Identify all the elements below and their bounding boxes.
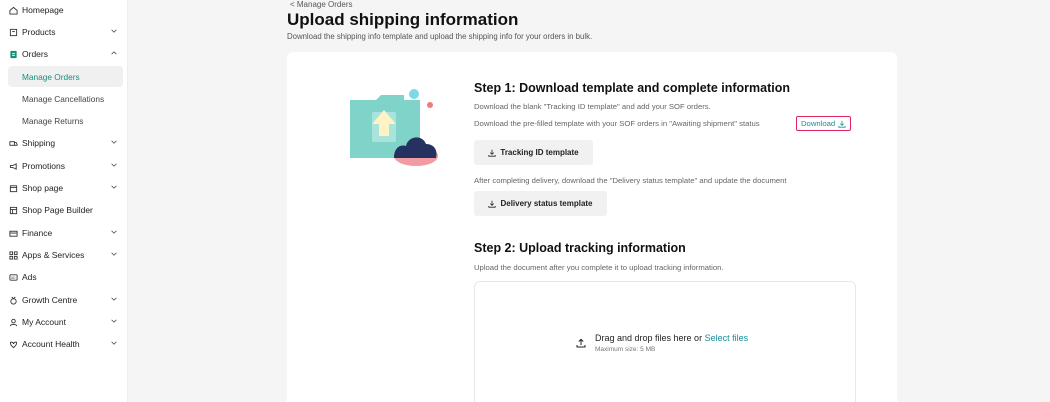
sidebar-item-finance[interactable]: Finance	[0, 222, 128, 244]
sidebar-item-homepage[interactable]: Homepage	[0, 0, 128, 21]
step1-description-blank: Download the blank "Tracking ID template…	[474, 102, 711, 111]
chevron-down-icon	[111, 29, 117, 33]
sidebar-item-shop-page-builder[interactable]: Shop Page Builder	[0, 199, 128, 221]
select-files-link[interactable]: Select files	[705, 333, 749, 343]
chevron-down-icon	[111, 163, 117, 167]
sidebar-subitem-manage-returns[interactable]: Manage Returns	[8, 110, 123, 131]
chevron-down-icon	[111, 341, 117, 345]
chevron-down-icon	[111, 297, 117, 301]
tracking-id-template-label: Tracking ID template	[500, 148, 579, 157]
page-title: Upload shipping information	[287, 10, 519, 29]
step1-description-prefilled: Download the pre-filled template with yo…	[474, 119, 760, 128]
sidebar-item-label: Shop page	[22, 183, 64, 193]
shield-icon	[6, 340, 20, 349]
dropzone-text: Drag and drop files here or Select files	[595, 333, 748, 343]
download-icon	[488, 149, 496, 157]
sidebar-item-label: My Account	[22, 317, 66, 327]
ads-icon: AD	[6, 273, 20, 282]
page-subtitle: Download the shipping info template and …	[287, 32, 593, 41]
sidebar-item-promotions[interactable]: Promotions	[0, 155, 128, 177]
chevron-down-icon	[111, 230, 117, 234]
upload-icon	[576, 338, 586, 348]
tracking-id-template-button[interactable]: Tracking ID template	[474, 140, 593, 165]
sidebar-item-shipping[interactable]: Shipping	[0, 132, 128, 154]
download-icon	[838, 120, 846, 128]
step1-description-delivery: After completing delivery, download the …	[474, 176, 787, 185]
orders-icon	[6, 50, 20, 59]
chevron-down-icon	[111, 319, 117, 323]
sidebar: Homepage Products Orders Manage Orders M…	[0, 0, 128, 402]
apps-icon	[6, 250, 20, 260]
sidebar-item-shop-page[interactable]: Shop page	[0, 177, 128, 199]
products-icon	[6, 28, 20, 37]
download-link-label: Download	[801, 119, 836, 128]
upload-folder-illustration	[350, 89, 438, 166]
sidebar-item-label: Promotions	[22, 161, 65, 171]
sidebar-item-label: Finance	[22, 228, 53, 238]
sidebar-item-ads[interactable]: AD Ads	[0, 266, 128, 288]
sidebar-item-label: Account Health	[22, 339, 80, 349]
wallet-icon	[6, 229, 20, 238]
home-icon	[6, 6, 20, 15]
sidebar-item-account-health[interactable]: Account Health	[0, 333, 128, 355]
chevron-down-icon	[111, 185, 117, 189]
back-link-manage-orders[interactable]: < Manage Orders	[290, 0, 352, 9]
builder-icon	[6, 206, 20, 215]
svg-text:AD: AD	[10, 276, 15, 280]
chevron-down-icon	[111, 140, 117, 144]
sidebar-item-label: Orders	[22, 49, 48, 59]
delivery-status-template-label: Delivery status template	[500, 199, 593, 208]
user-icon	[6, 318, 20, 327]
sidebar-item-label: Apps & Services	[22, 250, 85, 260]
step2-description: Upload the document after you complete i…	[474, 263, 724, 272]
sidebar-item-label: Homepage	[22, 5, 64, 15]
sidebar-item-label: Ads	[22, 272, 37, 282]
sidebar-item-apps-services[interactable]: Apps & Services	[0, 244, 128, 266]
sidebar-subitem-manage-orders[interactable]: Manage Orders	[8, 66, 123, 87]
sidebar-item-label: Growth Centre	[22, 295, 78, 305]
max-size-note: Maximum size: 5 MB	[595, 346, 656, 353]
sidebar-item-label: Products	[22, 27, 56, 37]
sidebar-item-products[interactable]: Products	[0, 21, 128, 43]
sidebar-item-label: Shop Page Builder	[22, 205, 93, 215]
sidebar-item-orders[interactable]: Orders	[0, 43, 128, 65]
truck-icon	[6, 139, 20, 148]
chevron-down-icon	[111, 252, 117, 256]
delivery-status-template-button[interactable]: Delivery status template	[474, 191, 607, 216]
dropzone-instruction: Drag and drop files here or	[595, 333, 705, 343]
step1-title: Step 1: Download template and complete i…	[474, 81, 791, 95]
sidebar-item-my-account[interactable]: My Account	[0, 311, 128, 333]
sidebar-item-growth-centre[interactable]: Growth Centre	[0, 289, 128, 311]
sidebar-item-label: Shipping	[22, 138, 56, 148]
download-prefilled-link[interactable]: Download	[796, 116, 852, 131]
medal-icon	[6, 296, 20, 305]
sidebar-subitem-manage-cancellations[interactable]: Manage Cancellations	[8, 88, 123, 109]
shop-icon	[6, 184, 20, 193]
step2-title: Step 2: Upload tracking information	[474, 241, 686, 255]
chevron-up-icon	[111, 51, 117, 55]
download-icon	[488, 200, 497, 208]
megaphone-icon	[6, 162, 20, 171]
